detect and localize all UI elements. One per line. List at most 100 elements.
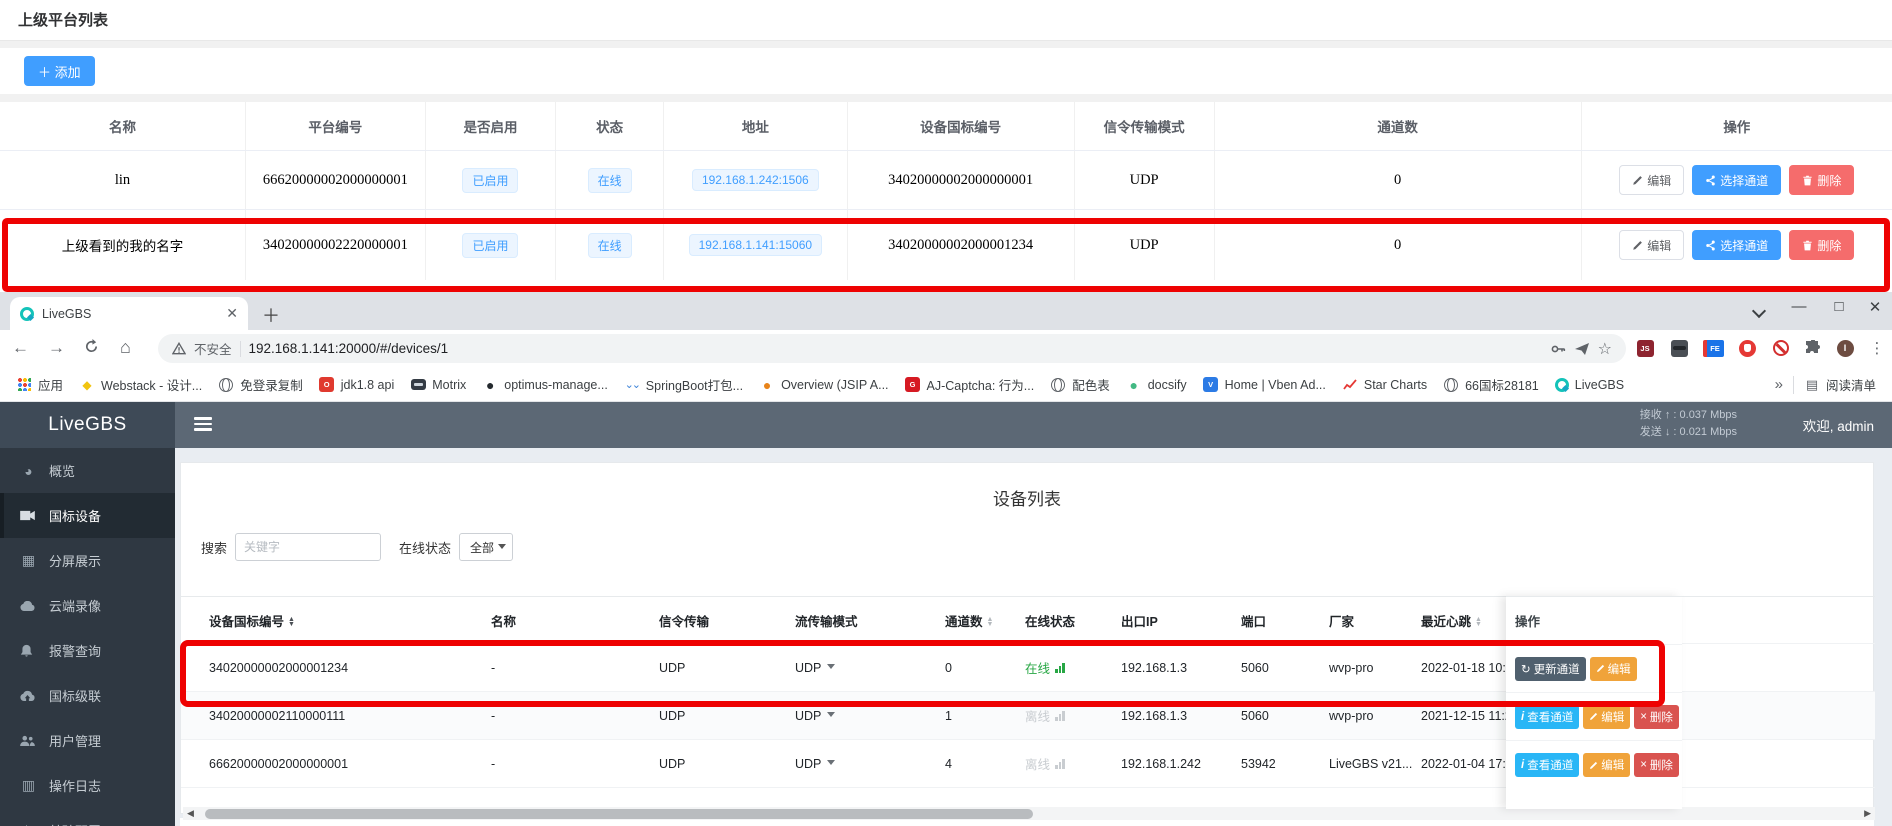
bookmark-github[interactable]: ●optimus-manage... xyxy=(476,374,614,396)
col-header-channels: 通道数 xyxy=(1215,102,1582,150)
sidebar-item-basic-config[interactable]: 基础配置 xyxy=(0,808,175,826)
extension-js-icon[interactable]: JS xyxy=(1634,337,1656,359)
device-online-status[interactable]: 在线 xyxy=(1025,658,1121,677)
sidebar-item-cloud-record[interactable]: 云端录像 xyxy=(0,583,175,628)
window-maximize-button[interactable]: □ xyxy=(1826,298,1852,315)
delete-device-button[interactable]: ×删除 xyxy=(1634,753,1679,777)
bookmark-jsip-overview[interactable]: ●Overview (JSIP A... xyxy=(753,374,894,396)
sidebar-item-alarm-query[interactable]: 报警查询 xyxy=(0,628,175,673)
bookmark-livegbs[interactable]: LiveGBS xyxy=(1549,375,1630,395)
col-header-platform-id: 平台编号 xyxy=(246,102,426,150)
extension-adblock-hand-icon[interactable] xyxy=(1736,337,1758,359)
bookmark-springboot[interactable]: ⌄⌄SpringBoot打包... xyxy=(618,372,749,397)
platform-title-bar: 上级平台列表 xyxy=(0,0,1892,41)
scrollbar-thumb[interactable] xyxy=(205,809,1033,819)
address-bar[interactable]: 不安全 192.168.1.141:20000/#/devices/1 ☆ xyxy=(158,334,1626,363)
sidebar-item-gb-devices[interactable]: 国标设备 xyxy=(0,493,175,538)
window-chevron-icon[interactable] xyxy=(1746,303,1772,320)
cell-ops: 编辑 选择通道 删除 xyxy=(1582,151,1892,209)
plus-icon: ＋ xyxy=(38,65,55,80)
stream-mode-select[interactable]: UDP xyxy=(795,757,945,771)
sidebar-item-gb-cascade[interactable]: 国标级联 xyxy=(0,673,175,718)
extension-fe-icon[interactable]: FE xyxy=(1702,337,1724,359)
back-icon[interactable]: ← xyxy=(12,338,29,358)
col-gb-id[interactable]: 设备国标编号▲▼ xyxy=(209,611,491,630)
view-channels-button[interactable]: i查看通道 xyxy=(1515,705,1579,729)
url-text[interactable]: 192.168.1.141:20000/#/devices/1 xyxy=(249,341,1542,356)
key-icon[interactable] xyxy=(1550,341,1566,357)
reload-icon[interactable] xyxy=(84,339,99,354)
extension-spy-icon[interactable] xyxy=(1668,337,1690,359)
window-close-button[interactable]: ✕ xyxy=(1862,298,1888,316)
cell-ops: 编辑 选择通道 删除 xyxy=(1582,210,1892,280)
bookmark-star-charts[interactable]: Star Charts xyxy=(1336,374,1433,396)
docsify-icon: ● xyxy=(1126,377,1142,393)
add-platform-button[interactable]: ＋ 添加 xyxy=(24,56,95,86)
welcome-user[interactable]: 欢迎, admin xyxy=(1803,415,1874,435)
delete-button[interactable]: 删除 xyxy=(1789,165,1854,195)
extensions-puzzle-icon[interactable] xyxy=(1802,337,1824,359)
online-status-select[interactable]: 全部 xyxy=(459,533,513,561)
view-channels-button[interactable]: i查看通道 xyxy=(1515,753,1579,777)
bookmark-aj-captcha[interactable]: GAJ-Captcha: 行为... xyxy=(899,372,1041,397)
sidebar-item-overview[interactable]: ◕概览 xyxy=(0,448,175,493)
sort-icon[interactable]: ▲▼ xyxy=(1475,617,1482,627)
vben-icon: V xyxy=(1203,377,1219,393)
signal-bars-icon xyxy=(1055,711,1065,721)
sidebar-item-user-management[interactable]: 用户管理 xyxy=(0,718,175,763)
edit-button[interactable]: 编辑 xyxy=(1619,165,1684,195)
bookmark-jdk-api[interactable]: Ojdk1.8 api xyxy=(313,374,401,396)
edit-device-button[interactable]: 编辑 xyxy=(1583,753,1630,777)
send-icon[interactable] xyxy=(1574,341,1590,357)
delete-device-button[interactable]: ×删除 xyxy=(1634,705,1679,729)
trash-icon xyxy=(1802,175,1813,186)
sidebar-toggle-icon[interactable] xyxy=(194,417,212,431)
select-channel-button[interactable]: 选择通道 xyxy=(1692,230,1781,260)
layers-icon: ◆ xyxy=(79,377,95,393)
bookmark-color-table[interactable]: 配色表 xyxy=(1044,372,1116,397)
bookmarks-overflow-button[interactable]: » xyxy=(1769,373,1789,396)
scroll-left-icon[interactable]: ◀ xyxy=(187,808,194,819)
select-channel-button[interactable]: 选择通道 xyxy=(1692,165,1781,195)
profile-avatar[interactable]: I xyxy=(1834,337,1856,359)
bookmark-star-icon[interactable]: ☆ xyxy=(1598,339,1612,359)
device-port: 5060 xyxy=(1241,661,1329,675)
edit-device-button[interactable]: 编辑 xyxy=(1590,657,1637,681)
browser-menu-icon[interactable]: ⋮ xyxy=(1866,337,1888,359)
globe-icon xyxy=(218,377,234,393)
new-tab-button[interactable]: ＋ xyxy=(262,302,280,328)
app-logo[interactable]: LiveGBS xyxy=(0,402,175,448)
sort-icon[interactable]: ▲▼ xyxy=(288,617,295,627)
bookmark-motrix[interactable]: Motrix xyxy=(404,374,472,396)
bookmark-docsify[interactable]: ●docsify xyxy=(1120,374,1193,396)
down-arrow-icon: ↓ xyxy=(1665,426,1671,438)
search-input[interactable] xyxy=(235,533,381,561)
home-icon[interactable]: ⌂ xyxy=(120,337,131,358)
scroll-right-icon[interactable]: ▶ xyxy=(1864,808,1871,819)
cell-enabled: 已启用 xyxy=(426,210,557,280)
sidebar-item-split-screen[interactable]: ▦分屏展示 xyxy=(0,538,175,583)
bookmarks-bar: 应用 ◆Webstack - 设计... 免登录复制 Ojdk1.8 api M… xyxy=(0,368,1892,402)
forward-icon[interactable]: → xyxy=(48,338,65,358)
bookmark-vben[interactable]: VHome | Vben Ad... xyxy=(1197,374,1332,396)
sidebar-item-operation-log[interactable]: ▥操作日志 xyxy=(0,763,175,808)
bookmark-apps[interactable]: 应用 xyxy=(10,372,69,397)
extension-block-icon[interactable] xyxy=(1770,337,1792,359)
bookmark-gb28181[interactable]: 66国标28181 xyxy=(1437,372,1545,397)
edit-button[interactable]: 编辑 xyxy=(1619,230,1684,260)
edit-device-button[interactable]: 编辑 xyxy=(1583,705,1630,729)
tab-close-icon[interactable]: ✕ xyxy=(226,305,238,322)
stream-mode-select[interactable]: UDP xyxy=(795,661,945,675)
reading-list-button[interactable]: ▤阅读清单 xyxy=(1798,372,1882,397)
col-channels[interactable]: 通道数▲▼ xyxy=(945,611,1025,630)
bookmark-copy[interactable]: 免登录复制 xyxy=(212,372,309,397)
stream-mode-select[interactable]: UDP xyxy=(795,709,945,723)
update-channels-button[interactable]: ↻更新通道 xyxy=(1515,657,1586,681)
security-label[interactable]: 不安全 xyxy=(194,339,232,358)
window-minimize-button[interactable]: — xyxy=(1786,298,1812,315)
chart-line-icon xyxy=(1342,377,1358,393)
bookmark-webstack[interactable]: ◆Webstack - 设计... xyxy=(73,372,208,397)
delete-button[interactable]: 删除 xyxy=(1789,230,1854,260)
sort-icon[interactable]: ▲▼ xyxy=(987,617,994,627)
browser-tab[interactable]: LiveGBS ✕ xyxy=(10,297,248,330)
